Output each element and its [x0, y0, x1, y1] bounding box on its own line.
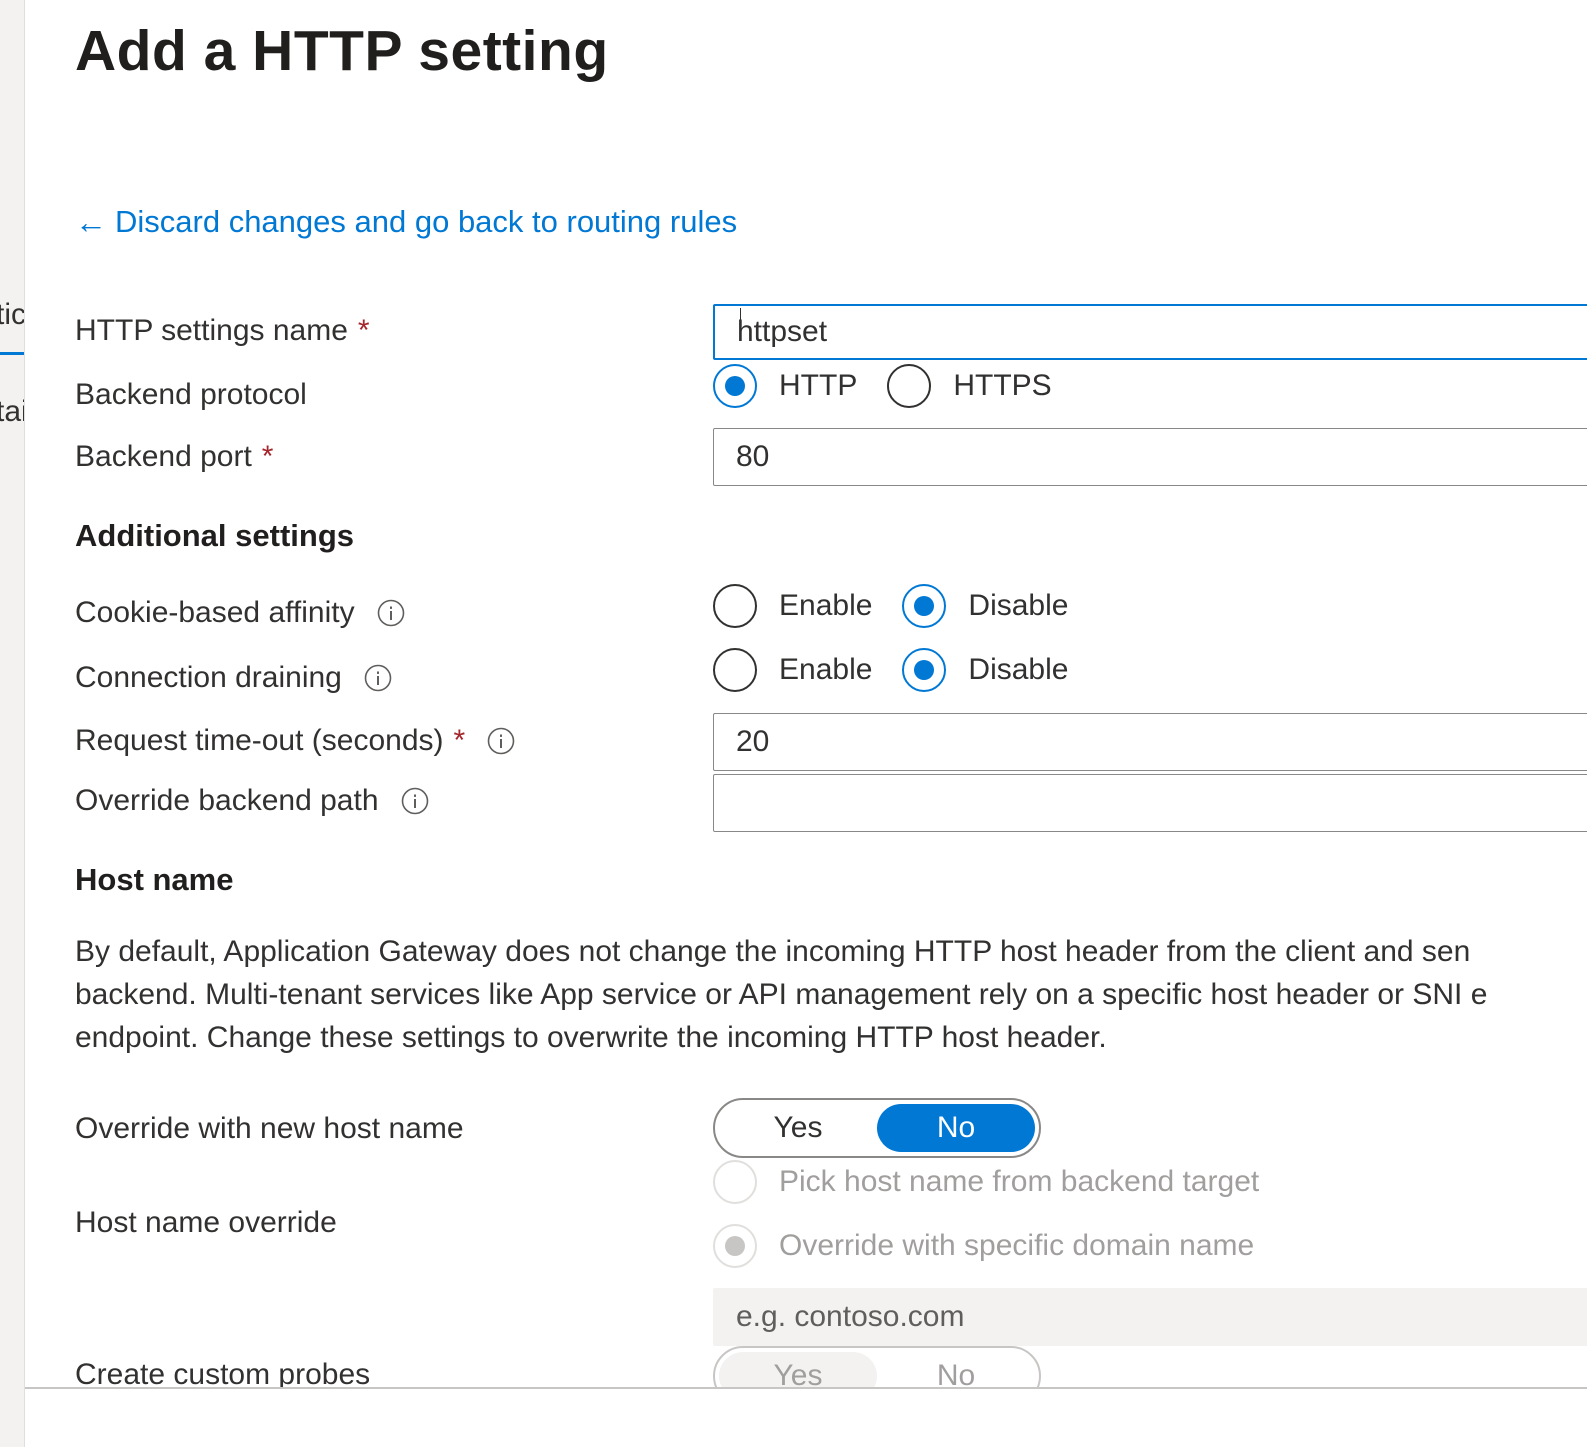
arrow-left-icon: ←	[75, 204, 107, 240]
required-marker: *	[453, 724, 466, 757]
http-settings-name-input[interactable]: httpset	[713, 304, 1587, 360]
page-title: Add a HTTP setting	[75, 19, 609, 83]
background-tab-fragment: tic	[0, 298, 25, 331]
radio-draining-enable[interactable]: Enable	[713, 648, 902, 692]
backend-protocol-radio-group: HTTP HTTPS	[713, 364, 1082, 408]
connection-draining-label: Connection draining	[75, 661, 392, 695]
background-tab-underline	[0, 352, 24, 355]
description-line: endpoint. Change these settings to overw…	[75, 1021, 1107, 1054]
request-timeout-input[interactable]: 20	[713, 713, 1587, 771]
override-backend-path-input[interactable]	[713, 774, 1587, 832]
additional-settings-heading: Additional settings	[75, 518, 354, 553]
backend-protocol-label: Backend protocol	[75, 378, 307, 411]
radio-draining-disable[interactable]: Disable	[902, 648, 1098, 692]
radio-button-disabled[interactable]	[713, 1160, 757, 1204]
cookie-affinity-radio-group: Enable Disable	[713, 584, 1098, 628]
host-name-input[interactable]: e.g. contoso.com	[713, 1288, 1587, 1346]
required-marker: *	[261, 440, 274, 473]
description-line: backend. Multi-tenant services like App …	[75, 978, 1488, 1011]
host-name-override-option: Pick host name from backend target	[713, 1160, 1289, 1204]
host-name-description: By default, Application Gateway does not…	[75, 930, 1587, 1059]
toggle-yes[interactable]: Yes	[719, 1104, 877, 1152]
radio-button[interactable]	[713, 648, 757, 692]
connection-draining-radio-group: Enable Disable	[713, 648, 1098, 692]
radio-button[interactable]	[713, 584, 757, 628]
text-cursor	[740, 308, 741, 332]
toggle-no[interactable]: No	[877, 1104, 1035, 1152]
radio-cookie-enable[interactable]: Enable	[713, 584, 902, 628]
discard-back-link[interactable]: ← Discard changes and go back to routing…	[75, 204, 737, 240]
info-icon[interactable]	[364, 664, 392, 692]
host-name-override-label: Host name override	[75, 1206, 337, 1239]
info-icon[interactable]	[377, 599, 405, 627]
backend-port-label: Backend port *	[75, 440, 274, 473]
host-name-heading: Host name	[75, 862, 234, 897]
description-line: By default, Application Gateway does not…	[75, 935, 1471, 968]
background-tab-fragment: tai	[0, 395, 24, 428]
info-icon[interactable]	[401, 787, 429, 815]
background-blade: tic tai	[0, 0, 25, 1447]
cookie-affinity-label: Cookie-based affinity	[75, 596, 405, 630]
backend-port-input[interactable]: 80	[713, 428, 1587, 486]
radio-button-selected[interactable]	[902, 648, 947, 692]
override-backend-path-label: Override backend path	[75, 784, 429, 818]
required-marker: *	[357, 314, 370, 347]
info-icon[interactable]	[487, 727, 515, 755]
radio-specific-domain[interactable]: Override with specific domain name	[713, 1224, 1284, 1268]
radio-button-disabled-selected[interactable]	[713, 1224, 757, 1268]
http-setting-panel: Add a HTTP setting ← Discard changes and…	[25, 0, 1587, 1447]
back-link-label: Discard changes and go back to routing r…	[115, 204, 738, 239]
override-new-host-label: Override with new host name	[75, 1112, 464, 1145]
host-name-override-option: Override with specific domain name	[713, 1224, 1284, 1268]
radio-button[interactable]	[887, 364, 932, 408]
footer-bar	[25, 1389, 1587, 1447]
radio-https[interactable]: HTTPS	[887, 364, 1081, 408]
radio-cookie-disable[interactable]: Disable	[902, 584, 1098, 628]
override-host-toggle[interactable]: Yes No	[713, 1098, 1041, 1158]
radio-button-selected[interactable]	[902, 584, 947, 628]
request-timeout-label: Request time-out (seconds) *	[75, 724, 515, 758]
http-settings-name-label: HTTP settings name *	[75, 314, 370, 347]
radio-http[interactable]: HTTP	[713, 364, 887, 408]
radio-button-selected[interactable]	[713, 364, 757, 408]
radio-pick-from-backend[interactable]: Pick host name from backend target	[713, 1160, 1289, 1204]
